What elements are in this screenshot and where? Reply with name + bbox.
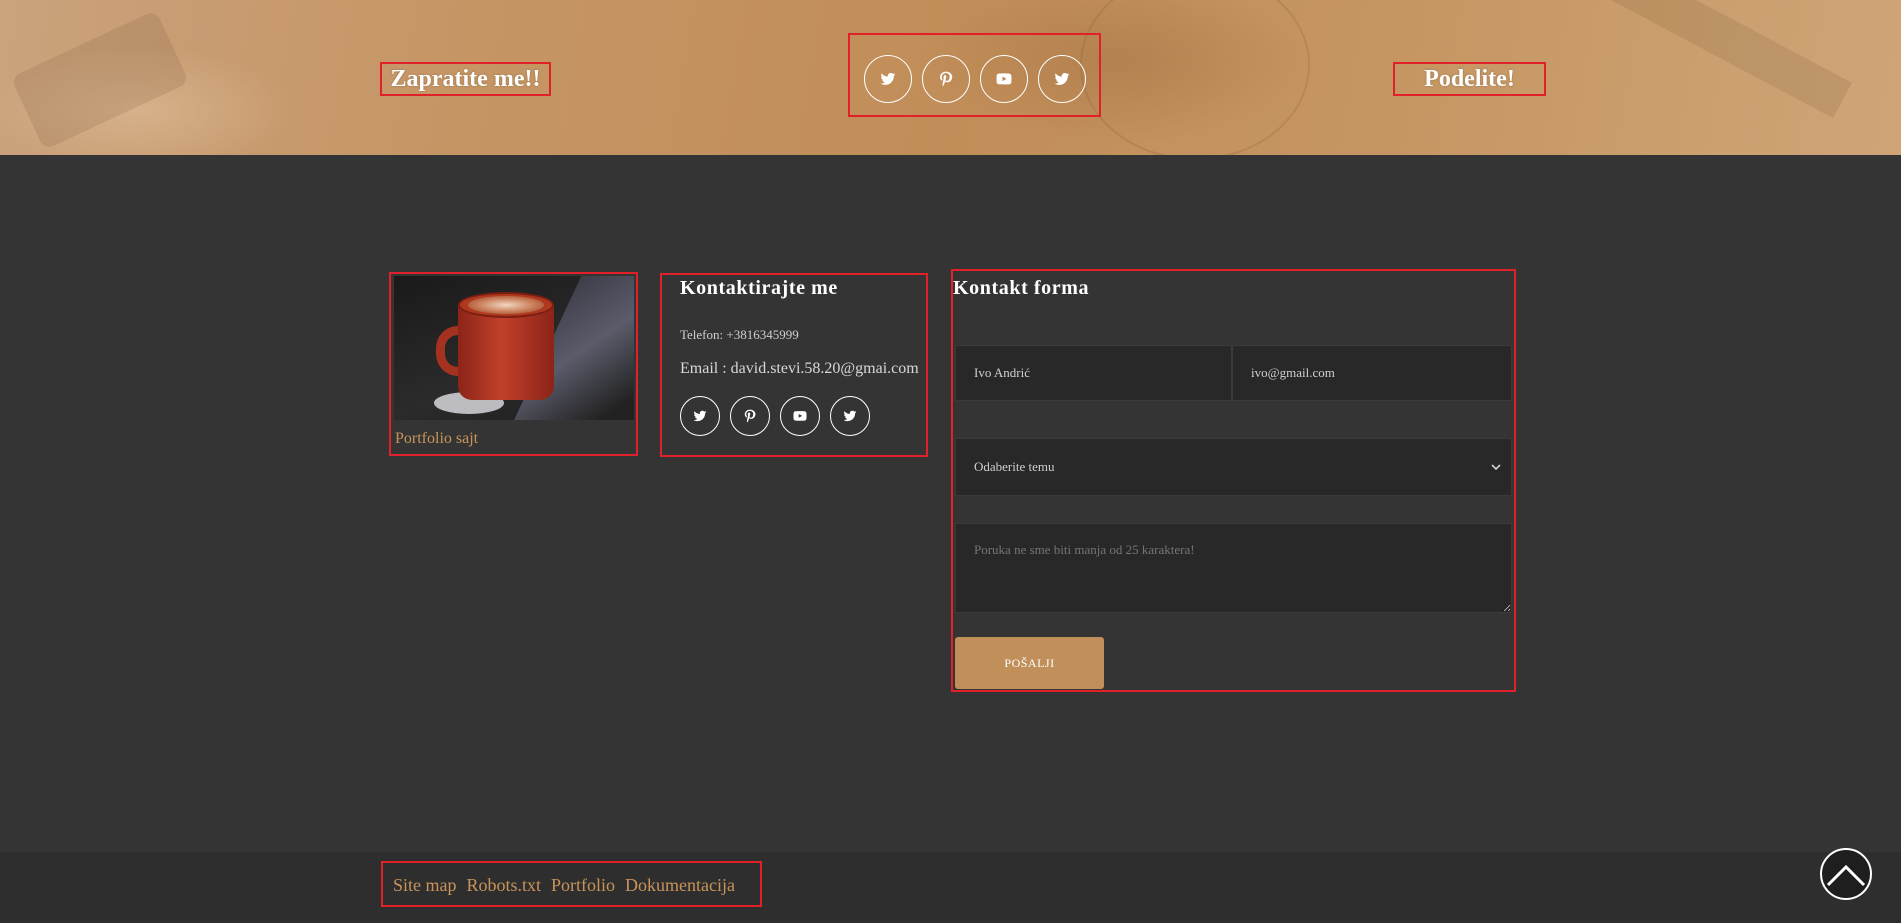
name-input[interactable] xyxy=(955,345,1232,401)
chevron-down-icon xyxy=(1491,464,1501,471)
twitter-icon[interactable] xyxy=(864,55,912,103)
contact-form: Kontakt forma Odaberite temu POŠALJI xyxy=(951,269,1516,692)
form-title: Kontakt forma xyxy=(953,277,1090,299)
contact-title: Kontaktirajte me xyxy=(680,277,838,299)
share-title: Podelite! xyxy=(1393,62,1546,96)
contact-email: Email : david.stevi.58.20@gmai.com xyxy=(680,360,919,377)
footer-link-portfolio[interactable]: Portfolio xyxy=(551,875,615,896)
youtube-icon[interactable] xyxy=(980,55,1028,103)
youtube-icon[interactable] xyxy=(780,396,820,436)
pinterest-icon[interactable] xyxy=(922,55,970,103)
twitter-icon[interactable] xyxy=(830,396,870,436)
footer-link-robots[interactable]: Robots.txt xyxy=(467,875,542,896)
portfolio-image[interactable] xyxy=(394,276,634,420)
banner-bg-keyboard xyxy=(10,9,190,151)
email-input[interactable] xyxy=(1232,345,1512,401)
footer-links: Site map Robots.txt Portfolio Dokumentac… xyxy=(381,861,762,907)
send-button[interactable]: POŠALJI xyxy=(955,637,1104,689)
footer-link-site-map[interactable]: Site map xyxy=(393,875,457,896)
twitter-icon[interactable] xyxy=(680,396,720,436)
banner-bg-pen xyxy=(1568,0,1852,119)
topic-select[interactable]: Odaberite temu xyxy=(955,438,1512,496)
scroll-to-top-button[interactable] xyxy=(1820,848,1872,900)
contact-phone: Telefon: +3816345999 xyxy=(680,327,799,342)
banner-social-links xyxy=(848,33,1101,117)
bottom-bar xyxy=(0,852,1901,923)
follow-me-title: Zapratite me!! xyxy=(380,62,551,96)
topic-select-value: Odaberite temu xyxy=(974,459,1055,474)
footer-link-documentation[interactable]: Dokumentacija xyxy=(625,875,735,896)
portfolio-card[interactable]: Portfolio sajt xyxy=(389,272,638,456)
twitter-icon[interactable] xyxy=(1038,55,1086,103)
contact-info-card: Kontaktirajte me Telefon: +3816345999 Em… xyxy=(660,273,928,457)
message-textarea[interactable] xyxy=(955,523,1512,613)
pinterest-icon[interactable] xyxy=(730,396,770,436)
portfolio-link[interactable]: Portfolio sajt xyxy=(395,430,478,448)
chevron-up-icon xyxy=(1826,864,1866,887)
banner-bg-emblem xyxy=(1080,0,1310,155)
